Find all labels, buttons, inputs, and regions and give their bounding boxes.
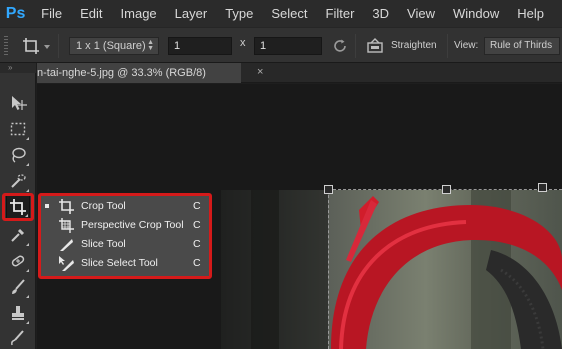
menu-image[interactable]: Image — [121, 6, 157, 21]
photoshop-logo: Ps — [5, 4, 26, 22]
swap-clear-icon[interactable] — [331, 37, 349, 55]
flyout-item-crop-tool[interactable]: Crop Tool C — [41, 197, 209, 216]
crop-tool-highlight — [2, 193, 34, 221]
options-bar: 1 x 1 (Square) ▲ ▼ 1 x 1 Straighten View:… — [0, 27, 562, 63]
tool-group-corner — [26, 243, 29, 246]
tool-group-corner — [26, 269, 29, 272]
healing-brush-tool[interactable] — [6, 249, 30, 273]
overlay-view-select[interactable]: Rule of Thirds — [484, 37, 560, 55]
tool-group-corner — [26, 189, 29, 192]
brush-tool[interactable] — [6, 275, 30, 299]
document-tabs: n-tai-nghe-5.jpg @ 33.3% (RGB/8) × — [37, 63, 562, 83]
menu-layer[interactable]: Layer — [175, 6, 208, 21]
flyout-item-slice-tool[interactable]: Slice Tool C — [41, 235, 209, 254]
flyout-item-label: Slice Tool — [81, 238, 126, 250]
tool-preset-crop-icon[interactable] — [22, 37, 40, 55]
crop-icon — [58, 198, 75, 215]
crop-boundary-left — [328, 190, 329, 349]
view-label: View: — [454, 40, 479, 51]
menu-select[interactable]: Select — [271, 6, 307, 21]
options-divider — [447, 34, 448, 58]
flyout-item-shortcut: C — [193, 238, 201, 250]
tool-group-corner — [26, 321, 29, 324]
flyout-item-slice-select-tool[interactable]: Slice Select Tool C — [41, 254, 209, 273]
menu-type[interactable]: Type — [225, 6, 253, 21]
flyout-item-shortcut: C — [193, 219, 201, 231]
crop-handle-top-left[interactable] — [324, 185, 333, 194]
straighten-icon[interactable] — [366, 37, 384, 55]
eyedropper-tool[interactable] — [6, 223, 30, 247]
tool-preset-chevron-icon[interactable] — [44, 45, 50, 49]
crop-handle-top[interactable] — [442, 185, 451, 194]
menu-bar: Ps File Edit Image Layer Type Select Fil… — [0, 0, 562, 27]
flyout-item-shortcut: C — [193, 200, 201, 212]
slice-icon — [58, 236, 75, 253]
clone-stamp-tool[interactable] — [6, 301, 30, 325]
menu-help[interactable]: Help — [517, 6, 544, 21]
straighten-label[interactable]: Straighten — [391, 40, 437, 51]
quick-selection-tool[interactable] — [6, 169, 30, 193]
crop-tool-flyout-menu: Crop Tool C Perspective Crop Tool C Slic… — [38, 193, 212, 279]
tool-group-corner — [26, 295, 29, 298]
menu-window[interactable]: Window — [453, 6, 499, 21]
updown-icon: ▲ ▼ — [147, 39, 154, 52]
crop-height-field[interactable]: 1 — [254, 37, 322, 55]
flyout-item-label: Crop Tool — [81, 200, 126, 212]
selected-bullet-icon — [45, 204, 49, 208]
menu-filter[interactable]: Filter — [326, 6, 355, 21]
crop-ratio-select[interactable]: 1 x 1 (Square) ▲ ▼ — [69, 37, 159, 55]
crop-shield — [221, 190, 328, 349]
move-tool[interactable] — [6, 91, 30, 115]
options-divider — [58, 34, 59, 58]
menu-edit[interactable]: Edit — [80, 6, 102, 21]
tools-panel-collapse[interactable]: » — [0, 63, 36, 73]
flyout-item-perspective-crop-tool[interactable]: Perspective Crop Tool C — [41, 216, 209, 235]
flyout-item-label: Slice Select Tool — [81, 257, 158, 269]
history-brush-tool[interactable] — [6, 325, 30, 349]
ratio-x-label: x — [240, 37, 246, 49]
document-tab[interactable]: n-tai-nghe-5.jpg @ 33.3% (RGB/8) — [37, 63, 241, 83]
close-tab-icon[interactable]: × — [257, 66, 263, 78]
perspective-crop-icon — [58, 217, 75, 234]
crop-handle-top-right[interactable] — [538, 183, 547, 192]
lasso-tool[interactable] — [6, 143, 30, 167]
options-divider — [355, 34, 356, 58]
document-image[interactable] — [221, 190, 562, 349]
menu-3d[interactable]: 3D — [372, 6, 389, 21]
slice-select-icon — [58, 255, 75, 272]
flyout-item-shortcut: C — [193, 257, 201, 269]
tool-group-corner — [26, 137, 29, 140]
flyout-item-label: Perspective Crop Tool — [81, 219, 184, 231]
crop-width-field[interactable]: 1 — [168, 37, 232, 55]
menu-view[interactable]: View — [407, 6, 435, 21]
tool-group-corner — [26, 163, 29, 166]
menu-file[interactable]: File — [41, 6, 62, 21]
options-bar-grip[interactable] — [4, 36, 8, 56]
marquee-tool[interactable] — [6, 117, 30, 141]
